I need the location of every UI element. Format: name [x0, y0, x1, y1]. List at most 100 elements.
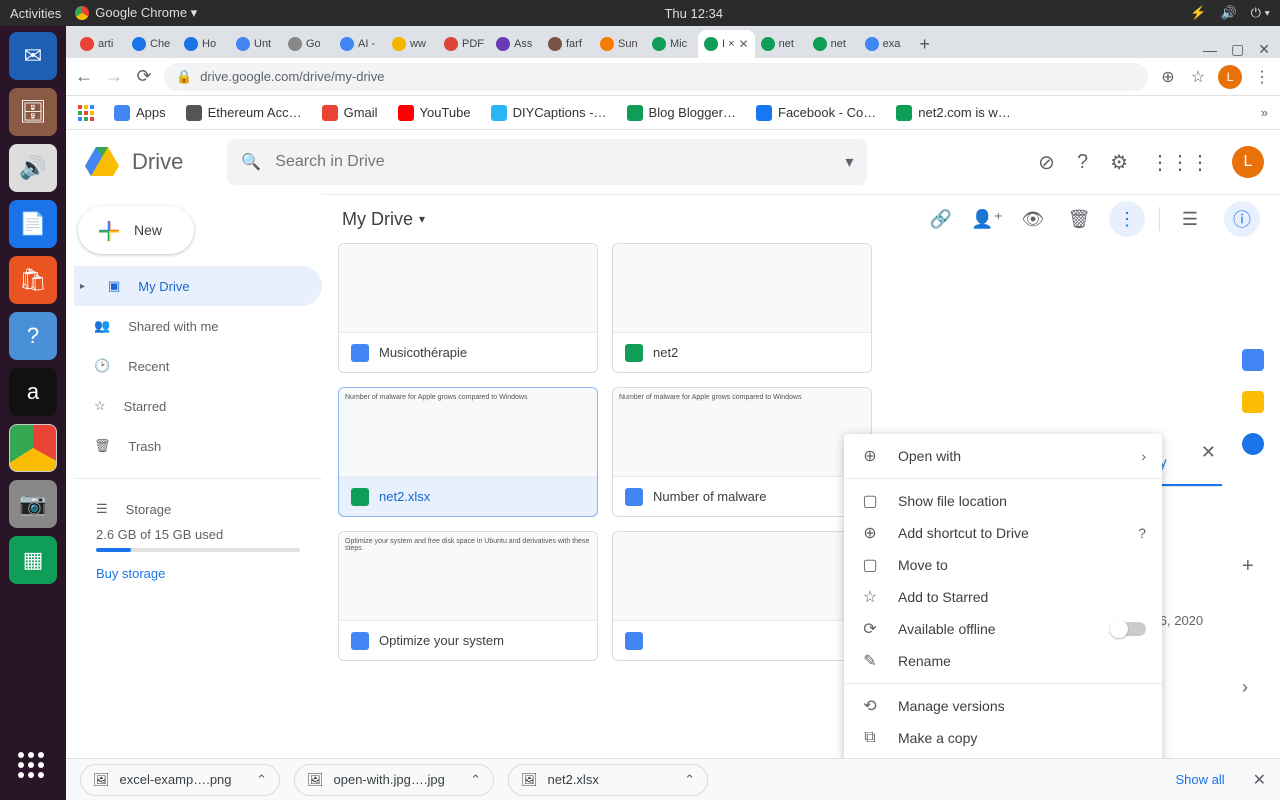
apps-launcher-icon[interactable]: ⋮⋮⋮ [1150, 150, 1210, 175]
browser-tab[interactable]: Ho [178, 30, 230, 58]
browser-tab[interactable]: Che [126, 30, 178, 58]
launcher-software[interactable]: 🛍 [9, 256, 57, 304]
bookmark[interactable]: YouTube [398, 105, 471, 121]
show-applications[interactable] [18, 752, 48, 782]
drive-logo-icon[interactable] [82, 142, 122, 182]
context-menu-item[interactable]: ⊕Add shortcut to Drive? [844, 517, 1162, 549]
sidebar-item[interactable]: 🕑Recent [74, 346, 322, 386]
bookmark[interactable]: Facebook - Co… [756, 105, 876, 121]
new-tab-button[interactable]: + [911, 30, 939, 58]
apps-grid-icon[interactable] [78, 105, 94, 121]
app-menu[interactable]: Google Chrome ▾ [95, 5, 197, 21]
browser-tab[interactable]: ww [386, 30, 438, 58]
reload-button[interactable]: ⟳ [134, 66, 154, 87]
buy-storage-link[interactable]: Buy storage [96, 566, 300, 581]
bookmark[interactable]: Gmail [322, 105, 378, 121]
search-dropdown-icon[interactable]: ▾ [845, 152, 853, 172]
close-tab-icon[interactable]: ✕ [739, 37, 749, 51]
context-menu-item[interactable]: ✎Rename [844, 645, 1162, 677]
launcher-rhythmbox[interactable]: 🔊 [9, 144, 57, 192]
bookmark[interactable]: DIYCaptions -… [491, 105, 607, 121]
wifi-icon[interactable]: ⚡ [1190, 5, 1206, 21]
download-item[interactable]: 🖼open-with.jpg….jpg⌃ [294, 764, 494, 796]
file-card[interactable]: Number of malware for Apple grows compar… [338, 387, 598, 517]
context-menu-item[interactable]: ☆Add to Starred [844, 581, 1162, 613]
launcher-screenshot[interactable]: 📷 [9, 480, 57, 528]
browser-tab[interactable]: exa [859, 30, 911, 58]
offline-toggle[interactable] [1112, 622, 1146, 636]
close-window-icon[interactable]: ✕ [1258, 41, 1270, 58]
download-menu-icon[interactable]: ⌃ [470, 772, 481, 788]
context-menu-item[interactable]: ⊕Open with› [844, 440, 1162, 472]
browser-tab[interactable]: Mic [646, 30, 698, 58]
ready-offline-icon[interactable]: ⊘ [1038, 150, 1055, 175]
browser-tab[interactable]: Go [282, 30, 334, 58]
bookmark[interactable]: Ethereum Acc… [186, 105, 302, 121]
tasks-icon[interactable] [1242, 433, 1264, 455]
context-menu-item[interactable]: ⟲Manage versions [844, 690, 1162, 722]
download-item[interactable]: 🖼excel-examp….png⌃ [80, 764, 280, 796]
search-input[interactable] [275, 153, 831, 171]
browser-tab[interactable]: I ×✕ [698, 30, 755, 58]
share-icon[interactable]: 👤⁺ [971, 209, 1003, 230]
launcher-writer[interactable]: 📄 [9, 200, 57, 248]
profile-avatar[interactable]: L [1218, 65, 1242, 89]
file-card[interactable]: Number of malware for Apple grows compar… [612, 387, 872, 517]
back-button[interactable]: ← [74, 66, 94, 87]
sidebar-item[interactable]: 👥Shared with me [74, 306, 322, 346]
browser-tab[interactable]: AI - [334, 30, 386, 58]
sidebar-item[interactable]: ▸▣My Drive [74, 266, 322, 306]
launcher-chrome[interactable] [9, 424, 57, 472]
bookmark[interactable]: Blog Blogger… [627, 105, 736, 121]
download-menu-icon[interactable]: ⌃ [684, 772, 695, 788]
sidebar-item[interactable]: ☆Starred [74, 386, 322, 426]
bookmark[interactable]: net2.com is w… [896, 105, 1010, 121]
account-avatar[interactable]: L [1232, 146, 1264, 178]
bookmarks-overflow[interactable]: » [1261, 105, 1268, 120]
browser-tab[interactable]: net [755, 30, 807, 58]
calendar-icon[interactable] [1242, 349, 1264, 371]
close-details-icon[interactable]: ✕ [1201, 442, 1216, 463]
context-menu-item[interactable]: ⧉Make a copy [844, 722, 1162, 754]
search-bar[interactable]: 🔍 ▾ [227, 139, 867, 185]
power-icon[interactable]: ⏻ ▾ [1251, 5, 1270, 21]
collapse-sidepanel-icon[interactable]: › [1242, 677, 1264, 699]
activities-button[interactable]: Activities [10, 6, 61, 21]
download-item[interactable]: 🖼net2.xlsx⌃ [508, 764, 708, 796]
browser-tab[interactable]: Sun [594, 30, 646, 58]
launcher-amazon[interactable]: a [9, 368, 57, 416]
more-actions-button[interactable]: ⋮ [1109, 201, 1145, 237]
context-menu-item[interactable]: ▢Move to [844, 549, 1162, 581]
zoom-icon[interactable]: ⊕ [1158, 67, 1178, 87]
context-menu-item[interactable]: ⟳Available offline [844, 613, 1162, 645]
launcher-files[interactable]: 🗄 [9, 88, 57, 136]
launcher-help[interactable]: ? [9, 312, 57, 360]
new-button[interactable]: ＋ New [78, 206, 194, 254]
preview-icon[interactable]: 👁 [1017, 209, 1049, 230]
file-card[interactable]: Optimize your system and free disk space… [338, 531, 598, 661]
browser-tab[interactable]: Ass [490, 30, 542, 58]
show-all-downloads[interactable]: Show all [1175, 772, 1224, 787]
settings-gear-icon[interactable]: ⚙ [1110, 150, 1128, 175]
list-view-icon[interactable]: ☰ [1174, 209, 1206, 230]
forward-button[interactable]: → [104, 66, 124, 87]
info-icon[interactable]: ⓘ [1224, 201, 1260, 237]
maximize-icon[interactable]: ▢ [1231, 41, 1244, 58]
browser-tab[interactable]: farf [542, 30, 594, 58]
context-menu-item[interactable]: ▢Show file location [844, 485, 1162, 517]
keep-icon[interactable] [1242, 391, 1264, 413]
download-menu-icon[interactable]: ⌃ [256, 772, 267, 788]
sidebar-item[interactable]: 🗑Trash [74, 426, 322, 466]
url-field[interactable]: 🔒 drive.google.com/drive/my-drive [164, 63, 1148, 91]
expand-icon[interactable]: ▸ [80, 281, 90, 292]
file-card[interactable] [612, 531, 872, 661]
browser-tab[interactable]: Unt [230, 30, 282, 58]
file-card[interactable]: net2 [612, 243, 872, 373]
help-icon[interactable]: ? [1077, 151, 1088, 174]
folder-breadcrumb[interactable]: My Drive ▾ [342, 209, 425, 230]
browser-tab[interactable]: net [807, 30, 859, 58]
launcher-thunderbird[interactable]: ✉ [9, 32, 57, 80]
star-icon[interactable]: ☆ [1188, 67, 1208, 87]
minimize-icon[interactable]: — [1203, 42, 1217, 58]
get-link-icon[interactable]: 🔗 [925, 209, 957, 230]
